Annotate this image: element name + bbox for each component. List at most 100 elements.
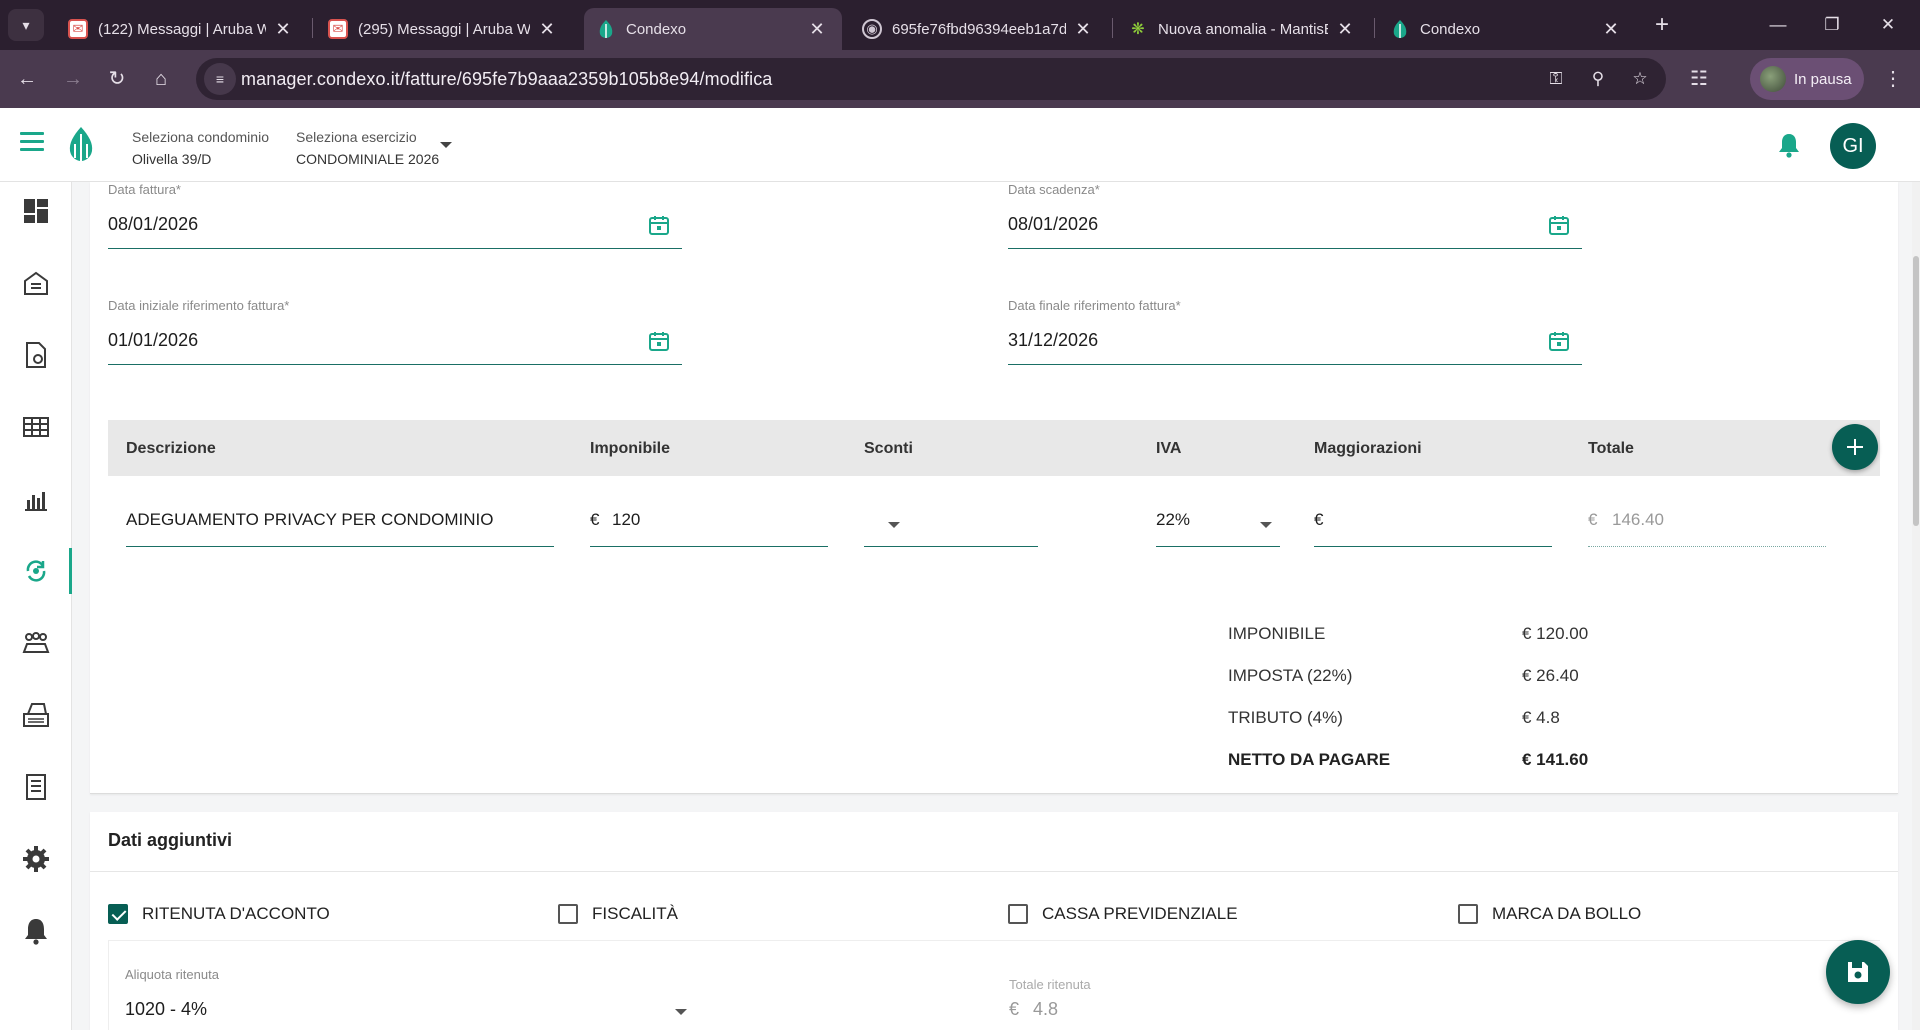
close-icon[interactable]: ✕: [1072, 19, 1094, 40]
address-bar[interactable]: ≡ manager.condexo.it/fatture/695fe7b9aaa…: [196, 58, 1666, 100]
dati-aggiuntivi-card: Dati aggiuntivi RITENUTA D'ACCONTO FISCA…: [90, 812, 1898, 1030]
browser-tab-1[interactable]: ✉ (122) Messaggi | Aruba Webmail ✕: [56, 8, 308, 50]
column-header-maggiorazioni: Maggiorazioni: [1314, 440, 1422, 457]
document-gear-icon[interactable]: [0, 332, 72, 378]
sidebar: [0, 182, 72, 1030]
divider: [90, 871, 1898, 872]
esercizio-selector[interactable]: Seleziona esercizio CONDOMINIALE 2026: [296, 126, 439, 170]
site-info-tune-icon[interactable]: ≡: [204, 63, 236, 95]
cash-register-icon[interactable]: [0, 692, 72, 738]
chevron-down-icon[interactable]: [440, 142, 452, 148]
profile-button[interactable]: In pausa: [1750, 58, 1864, 100]
ritenuta-checkbox[interactable]: RITENUTA D'ACCONTO: [108, 904, 330, 924]
report-icon[interactable]: [0, 764, 72, 810]
mail-icon: ✉: [68, 19, 88, 39]
invoice-card: Data fattura* 08/01/2026 Data scadenza* …: [90, 182, 1898, 794]
data-finale-field[interactable]: Data finale riferimento fattura* 31/12/2…: [1008, 298, 1582, 366]
marca-da-bollo-checkbox[interactable]: MARCA DA BOLLO: [1458, 904, 1641, 924]
home-icon[interactable]: ⌂: [146, 64, 176, 94]
people-icon[interactable]: [0, 620, 72, 666]
calendar-icon[interactable]: [648, 330, 670, 352]
browser-toolbar: ← → ↻ ⌂ ≡ manager.condexo.it/fatture/695…: [0, 50, 1920, 108]
summary-netto-value: € 141.60: [1522, 750, 1589, 769]
cassa-previdenziale-checkbox[interactable]: CASSA PREVIDENZIALE: [1008, 904, 1238, 924]
calendar-icon[interactable]: [1548, 214, 1570, 236]
chevron-down-icon[interactable]: [888, 522, 900, 528]
browser-tab-2[interactable]: ✉ (295) Messaggi | Aruba Webmail ✕: [316, 8, 572, 50]
column-header-imponibile: Imponibile: [590, 440, 670, 457]
window-minimize-icon[interactable]: —: [1758, 10, 1798, 40]
browser-tab-6[interactable]: Condexo ✕: [1378, 8, 1636, 50]
user-avatar[interactable]: GI: [1830, 123, 1876, 169]
close-icon[interactable]: ✕: [806, 19, 828, 40]
address-url[interactable]: manager.condexo.it/fatture/695fe7b9aaa23…: [241, 69, 772, 90]
data-scadenza-field[interactable]: Data scadenza* 08/01/2026: [1008, 182, 1582, 250]
browser-tab-5[interactable]: ❋ Nuova anomalia - MantisBT ✕: [1116, 8, 1370, 50]
bell-icon[interactable]: [0, 908, 72, 954]
data-iniziale-field[interactable]: Data iniziale riferimento fattura* 01/01…: [108, 298, 682, 366]
summary-tributo-label: TRIBUTO (4%): [1228, 708, 1343, 727]
dashboard-icon[interactable]: [0, 188, 72, 234]
imponibile-currency: €: [590, 510, 600, 529]
new-tab-plus-icon[interactable]: +: [1648, 12, 1676, 40]
password-key-icon[interactable]: ⚿: [1542, 66, 1570, 92]
summary-imposta-label: IMPOSTA (22%): [1228, 666, 1353, 685]
save-button[interactable]: [1826, 940, 1890, 1004]
chart-icon[interactable]: [0, 476, 72, 522]
aliquota-ritenuta-select[interactable]: Aliquota ritenuta 1020 - 4%: [125, 967, 687, 1030]
table-icon[interactable]: [0, 404, 72, 450]
menu-hamburger-icon[interactable]: [20, 132, 44, 152]
tab-separator: [1112, 18, 1113, 38]
close-icon[interactable]: ✕: [536, 19, 558, 40]
calendar-icon[interactable]: [648, 214, 670, 236]
tab-separator: [312, 18, 313, 38]
chevron-down-icon[interactable]: [675, 1009, 687, 1015]
browser-menu-icon[interactable]: ⋮: [1878, 64, 1908, 94]
checkbox-icon[interactable]: [1008, 904, 1028, 924]
browser-tab-3-active[interactable]: Condexo ✕: [584, 8, 842, 50]
browser-tab-4[interactable]: ◉ 695fe76fbd96394eeb1a7d5b ✕: [850, 8, 1108, 50]
calendar-icon[interactable]: [1548, 330, 1570, 352]
column-header-iva: IVA: [1156, 440, 1182, 457]
bookmark-star-icon[interactable]: ☆: [1626, 66, 1654, 92]
totale-value: 146.40: [1612, 510, 1664, 529]
sync-icon[interactable]: [0, 548, 72, 594]
page-scrollbar[interactable]: [1912, 182, 1920, 1030]
gear-icon[interactable]: [0, 836, 72, 882]
data-fattura-field[interactable]: Data fattura* 08/01/2026: [108, 182, 682, 250]
fiscalita-checkbox[interactable]: FISCALITÀ: [558, 904, 678, 924]
zoom-icon[interactable]: ⚲: [1584, 66, 1612, 92]
summary-netto-label: NETTO DA PAGARE: [1228, 750, 1391, 769]
reload-icon[interactable]: ↻: [102, 64, 132, 94]
chevron-down-icon[interactable]: [1260, 522, 1272, 528]
condominio-selector[interactable]: Seleziona condominio Olivella 39/D: [132, 126, 269, 170]
checkbox-icon[interactable]: [558, 904, 578, 924]
column-header-totale: Totale: [1588, 440, 1634, 457]
app-header: Seleziona condominio Olivella 39/D Selez…: [0, 108, 1920, 182]
totale-currency: €: [1588, 510, 1598, 529]
close-icon[interactable]: ✕: [272, 19, 294, 40]
window-restore-icon[interactable]: ❐: [1812, 10, 1852, 40]
maggiorazioni-currency: €: [1314, 510, 1324, 529]
section-title: Dati aggiuntivi: [108, 830, 233, 850]
window-close-icon[interactable]: ✕: [1868, 10, 1908, 40]
add-line-button[interactable]: [1832, 424, 1878, 470]
imponibile-input[interactable]: 120: [612, 510, 640, 530]
close-icon[interactable]: ✕: [1334, 19, 1356, 40]
checkbox-icon[interactable]: [1458, 904, 1478, 924]
tab-search-menu-button[interactable]: ▾: [8, 9, 44, 41]
maggiorazioni-input[interactable]: [1336, 510, 1536, 540]
building-icon[interactable]: [0, 260, 72, 306]
scrollbar-thumb[interactable]: [1913, 256, 1919, 526]
reading-mode-icon[interactable]: ☷: [1684, 64, 1714, 94]
forward-arrow-icon[interactable]: →: [58, 64, 88, 94]
sidebar-active-indicator: [69, 548, 72, 594]
close-icon[interactable]: ✕: [1600, 19, 1622, 40]
summary-imponibile-value: € 120.00: [1522, 624, 1589, 643]
notification-bell-icon[interactable]: [1778, 132, 1800, 158]
back-arrow-icon[interactable]: ←: [12, 64, 42, 94]
totale-ritenuta-field: Totale ritenuta € 4.8: [1009, 977, 1091, 1019]
checkbox-checked-icon[interactable]: [108, 904, 128, 924]
iva-select[interactable]: 22%: [1156, 510, 1190, 530]
descrizione-input[interactable]: ADEGUAMENTO PRIVACY PER CONDOMINIO: [126, 510, 493, 530]
